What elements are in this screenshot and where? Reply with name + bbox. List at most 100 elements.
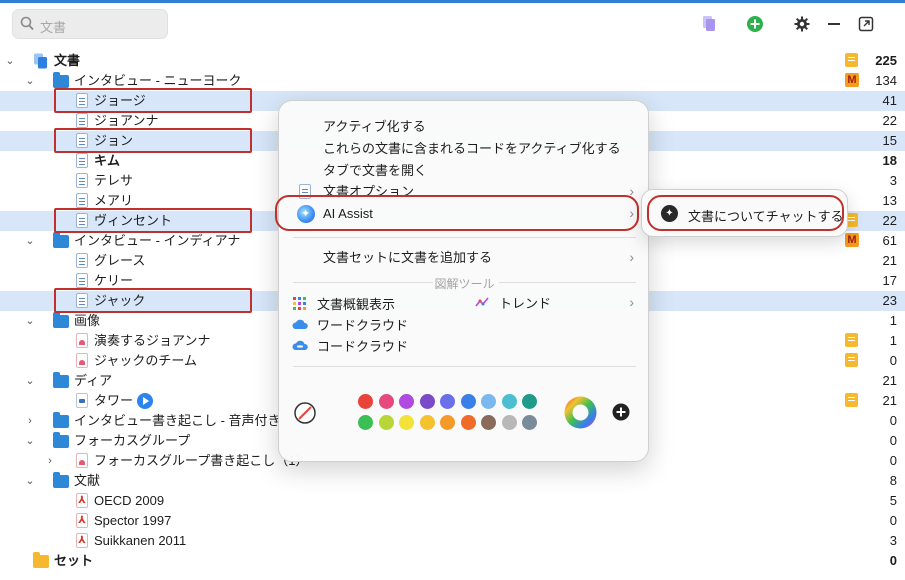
menu-item-ai-assist[interactable]: AI Assist bbox=[323, 206, 373, 222]
tree-row-documents[interactable]: ⌄ 文書 225 bbox=[0, 51, 905, 71]
color-swatch[interactable] bbox=[501, 415, 517, 430]
tree-row-document[interactable]: ⅄ Suikkanen 2011 3 bbox=[0, 531, 905, 551]
tree-label: 文献 bbox=[74, 473, 101, 488]
tree-count: 13 bbox=[882, 193, 897, 208]
tree-label: ディア bbox=[74, 373, 113, 388]
chevron-right-icon: › bbox=[629, 205, 634, 221]
tree-count: 0 bbox=[889, 453, 897, 468]
tree-row-sets[interactable]: セット 0 bbox=[0, 551, 905, 571]
menu-item-chat-about-documents[interactable]: 文書についてチャットする bbox=[688, 206, 843, 225]
color-swatch[interactable] bbox=[399, 415, 414, 430]
color-swatch[interactable] bbox=[440, 415, 455, 430]
custom-color-wheel-icon[interactable] bbox=[564, 396, 597, 432]
menu-item-activate[interactable]: アクティブ化する bbox=[323, 119, 426, 135]
chevron-down-icon[interactable]: ⌄ bbox=[24, 315, 36, 327]
color-swatch[interactable] bbox=[481, 415, 496, 430]
tree-count: 3 bbox=[889, 533, 897, 548]
tree-label: Spector 1997 bbox=[94, 513, 172, 528]
chevron-down-icon[interactable]: ⌄ bbox=[24, 235, 36, 247]
color-swatch[interactable] bbox=[419, 415, 435, 430]
tree-count: 0 bbox=[889, 353, 897, 368]
no-color-icon[interactable] bbox=[293, 401, 317, 428]
color-swatch[interactable] bbox=[358, 415, 373, 430]
play-icon[interactable] bbox=[137, 393, 153, 409]
color-swatch[interactable] bbox=[501, 394, 517, 409]
text-document-icon bbox=[74, 173, 90, 189]
image-document-icon bbox=[74, 333, 90, 349]
tree-label: テレサ bbox=[94, 173, 134, 188]
chevron-down-icon[interactable]: ⌄ bbox=[24, 75, 36, 87]
menu-item-trend[interactable]: トレンド bbox=[499, 296, 551, 312]
menu-item-word-cloud[interactable]: ワードクラウド bbox=[317, 318, 408, 334]
tree-count: 41 bbox=[882, 93, 897, 108]
color-swatch[interactable] bbox=[522, 415, 537, 430]
tree-row-folder[interactable]: ⌄ 文献 8 bbox=[0, 471, 905, 491]
color-swatch[interactable] bbox=[378, 415, 394, 430]
expand-window-icon[interactable] bbox=[856, 14, 876, 34]
chevron-down-icon[interactable]: ⌄ bbox=[24, 375, 36, 387]
focus-group-document-icon bbox=[74, 453, 90, 469]
tree-label: インタビュー - インディアナ bbox=[74, 233, 241, 248]
menu-item-open-in-tab[interactable]: タブで文書を開く bbox=[323, 163, 427, 179]
tree-label: タワー bbox=[94, 393, 134, 408]
color-swatch[interactable] bbox=[378, 394, 394, 409]
menu-separator bbox=[293, 237, 636, 238]
minimize-icon[interactable] bbox=[824, 14, 844, 34]
new-document-icon[interactable] bbox=[699, 14, 719, 34]
tree-count: 61 bbox=[882, 233, 897, 248]
color-swatch[interactable] bbox=[460, 394, 476, 409]
tree-count: 21 bbox=[882, 373, 897, 388]
chevron-down-icon[interactable]: ⌄ bbox=[24, 475, 36, 487]
add-icon[interactable] bbox=[745, 14, 765, 34]
tree-label: フォーカスグループ書き起こし（1） bbox=[94, 453, 309, 468]
color-swatch[interactable] bbox=[481, 394, 496, 409]
color-swatch[interactable] bbox=[460, 415, 476, 430]
note-icon bbox=[845, 393, 859, 409]
highlight-box bbox=[54, 208, 252, 233]
chevron-right-icon[interactable]: › bbox=[44, 455, 56, 467]
tree-count: 22 bbox=[882, 213, 897, 228]
text-document-icon bbox=[74, 253, 90, 269]
chevron-right-icon: › bbox=[629, 294, 634, 310]
chat-ai-icon: ✦ bbox=[661, 205, 678, 222]
search-field[interactable]: 文書 bbox=[12, 9, 168, 39]
menu-item-add-to-set[interactable]: 文書セットに文書を追加する bbox=[323, 250, 492, 266]
code-cloud-icon bbox=[291, 339, 308, 354]
window-top-accent bbox=[0, 0, 905, 3]
menu-item-activate-codes[interactable]: これらの文書に含まれるコードをアクティブ化する bbox=[323, 141, 621, 157]
image-document-icon bbox=[74, 353, 90, 369]
highlight-box bbox=[54, 288, 252, 313]
color-swatch[interactable] bbox=[522, 394, 537, 409]
menu-item-document-overview[interactable]: 文書概観表示 bbox=[317, 297, 395, 313]
gear-icon[interactable] bbox=[792, 14, 812, 34]
highlight-box bbox=[54, 128, 252, 153]
tree-row-document[interactable]: ⅄ OECD 2009 5 bbox=[0, 491, 905, 511]
chevron-down-icon[interactable]: ⌄ bbox=[4, 55, 16, 67]
color-swatch[interactable] bbox=[399, 394, 414, 409]
tree-label: インタビュー - ニューヨーク bbox=[74, 73, 242, 88]
documents-root-icon bbox=[33, 53, 49, 69]
tree-count: 0 bbox=[889, 553, 897, 568]
chevron-right-icon[interactable]: › bbox=[24, 415, 36, 427]
menu-item-code-cloud[interactable]: コードクラウド bbox=[317, 339, 408, 355]
color-swatch[interactable] bbox=[358, 394, 373, 409]
text-document-icon bbox=[74, 193, 90, 209]
highlight-box bbox=[54, 88, 252, 113]
tree-count: 18 bbox=[882, 153, 897, 168]
menu-separator bbox=[293, 366, 636, 367]
tree-label: インタビュー書き起こし - 音声付き bbox=[74, 413, 281, 428]
add-color-icon[interactable] bbox=[612, 403, 630, 424]
tree-label: 演奏するジョアンナ bbox=[94, 333, 211, 348]
chevron-down-icon[interactable]: ⌄ bbox=[24, 435, 36, 447]
color-swatch[interactable] bbox=[419, 394, 435, 409]
tree-label: ジョアンナ bbox=[94, 113, 159, 128]
tree-count: 225 bbox=[875, 53, 897, 68]
color-swatch[interactable] bbox=[440, 394, 455, 409]
tree-label: グレース bbox=[94, 253, 146, 268]
tree-count: 1 bbox=[889, 333, 897, 348]
tree-label: Suikkanen 2011 bbox=[94, 533, 187, 548]
tree-count: 0 bbox=[889, 433, 897, 448]
tree-count: 21 bbox=[882, 393, 897, 408]
tree-row-document[interactable]: ⅄ Spector 1997 0 bbox=[0, 511, 905, 531]
tree-count: 22 bbox=[882, 113, 897, 128]
